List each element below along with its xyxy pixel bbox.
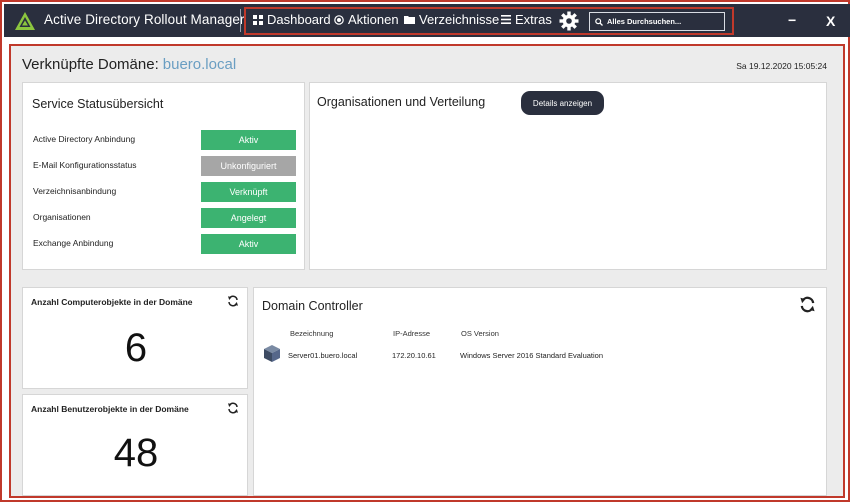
search-input[interactable] xyxy=(607,17,722,26)
user-count-card: Anzahl Benutzerobjekte in der Domäne 48 xyxy=(22,394,248,496)
search-box[interactable] xyxy=(589,12,725,31)
nav-dashboard[interactable]: Dashboard xyxy=(253,12,331,27)
service-status-card: Service Statusübersicht Active Directory… xyxy=(22,82,305,270)
dc-server-os: Windows Server 2016 Standard Evaluation xyxy=(460,351,603,360)
status-label-ad: Active Directory Anbindung xyxy=(33,134,136,144)
page-title: Verknüpfte Domäne: buero.local xyxy=(22,56,236,73)
computer-count-card: Anzahl Computerobjekte in der Domäne 6 xyxy=(22,287,248,389)
status-badge-email: Unkonfiguriert xyxy=(201,156,296,176)
title-divider xyxy=(240,9,241,32)
nav-extras[interactable]: Extras xyxy=(501,12,552,27)
nav-extras-label: Extras xyxy=(515,12,552,27)
dc-server-name: Server01.buero.local xyxy=(288,351,358,360)
close-button[interactable]: X xyxy=(826,13,835,29)
details-button[interactable]: Details anzeigen xyxy=(521,91,604,115)
user-count-title: Anzahl Benutzerobjekte in der Domäne xyxy=(31,404,189,414)
nav-aktionen[interactable]: Aktionen xyxy=(334,12,399,27)
status-label-exchange: Exchange Anbindung xyxy=(33,238,114,248)
domain-label: Verknüpfte Domäne: xyxy=(22,56,159,73)
user-count-value: 48 xyxy=(113,431,159,475)
main-content: Verknüpfte Domäne: buero.local Sa 19.12.2… xyxy=(9,44,845,498)
nav-aktionen-label: Aktionen xyxy=(348,12,399,27)
menu-icon xyxy=(501,15,511,24)
service-status-title: Service Statusübersicht xyxy=(32,97,164,111)
settings-gear-icon[interactable] xyxy=(559,11,579,31)
app-logo-icon xyxy=(15,12,35,30)
dashboard-icon xyxy=(253,14,263,25)
organisations-title: Organisationen und Verteilung xyxy=(317,95,486,109)
datetime-display: Sa 19.12.2020 15:05:24 xyxy=(736,61,827,71)
status-badge-verzeichnis: Verknüpft xyxy=(201,182,296,202)
target-icon xyxy=(334,14,344,25)
domain-controller-card: Domain Controller Bezeichnung IP-Adresse… xyxy=(253,287,827,496)
refresh-icon[interactable] xyxy=(799,296,816,313)
nav-verzeichnisse[interactable]: Verzeichnisse xyxy=(404,12,499,27)
nav-verzeichnisse-label: Verzeichnisse xyxy=(419,12,500,27)
organisations-card: Organisationen und Verteilung Details an… xyxy=(309,82,827,270)
dc-server-ip: 172.20.10.61 xyxy=(392,351,436,360)
status-badge-ad: Aktiv xyxy=(201,130,296,150)
computer-count-title: Anzahl Computerobjekte in der Domäne xyxy=(31,297,193,307)
refresh-icon[interactable] xyxy=(227,402,239,414)
domain-controller-title: Domain Controller xyxy=(262,299,363,313)
server-icon xyxy=(264,345,280,362)
column-header-bezeichnung: Bezeichnung xyxy=(290,329,334,338)
title-bar: Active Directory Rollout Manager Dashboa… xyxy=(4,4,850,37)
domain-name: buero.local xyxy=(162,56,237,73)
column-header-ip: IP-Adresse xyxy=(393,329,431,338)
status-badge-organisationen: Angelegt xyxy=(201,208,296,228)
status-badge-exchange: Aktiv xyxy=(201,234,296,254)
search-icon xyxy=(595,17,603,26)
status-label-verzeichnis: Verzeichnisanbindung xyxy=(33,186,117,196)
nav-dashboard-label: Dashboard xyxy=(267,12,331,27)
minimize-button[interactable]: − xyxy=(788,12,798,28)
app-window: Active Directory Rollout Manager Dashboa… xyxy=(0,0,850,502)
status-label-email: E-Mail Konfigurationsstatus xyxy=(33,160,137,170)
app-title: Active Directory Rollout Manager xyxy=(44,12,245,27)
column-header-os: OS Version xyxy=(461,329,499,338)
refresh-icon[interactable] xyxy=(227,295,239,307)
folder-icon xyxy=(404,16,415,24)
computer-count-value: 6 xyxy=(124,326,148,370)
status-label-organisationen: Organisationen xyxy=(33,212,91,222)
